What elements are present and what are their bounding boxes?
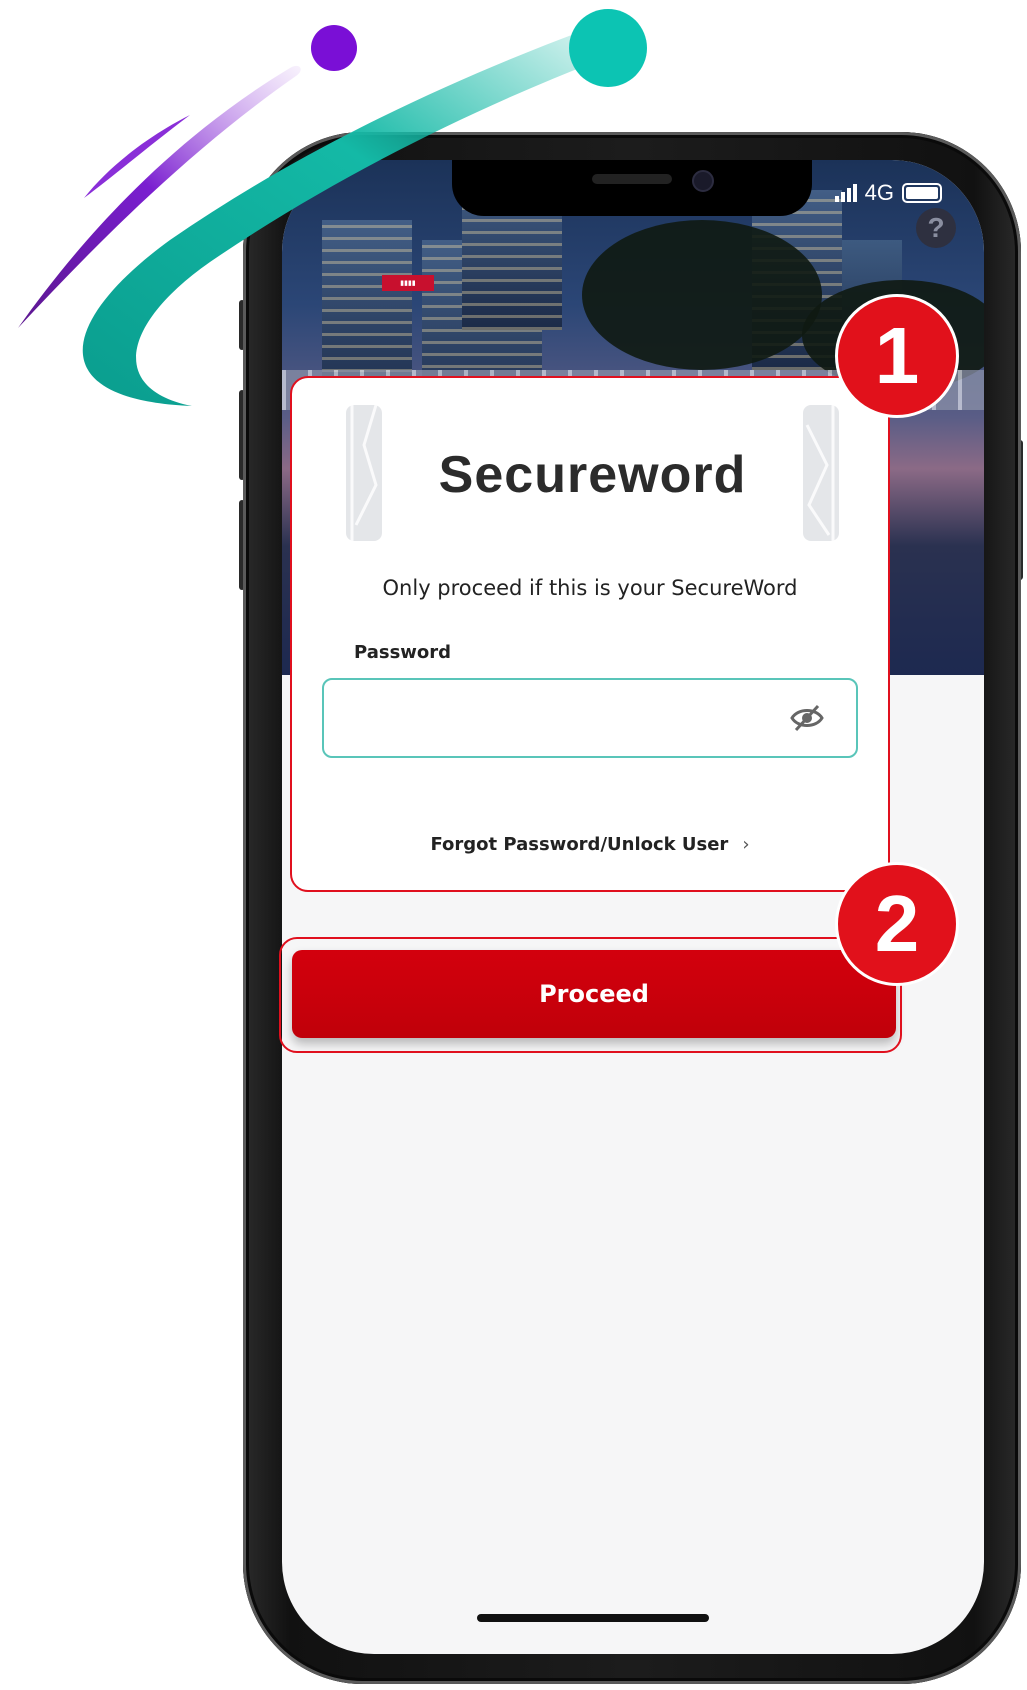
tree — [582, 220, 822, 370]
step-badge-1: 1 — [835, 294, 959, 418]
secureword-box: Secureword — [346, 405, 839, 541]
home-indicator[interactable] — [477, 1614, 709, 1622]
network-label: 4G — [864, 180, 894, 205]
battery-icon — [902, 183, 942, 203]
purple-swoosh-inner — [84, 115, 190, 198]
secure-word: Secureword — [438, 446, 747, 504]
front-camera — [692, 170, 714, 192]
step-badge-2: 2 — [835, 862, 959, 986]
signal-icon — [834, 184, 857, 202]
teal-dot — [569, 9, 647, 87]
speaker — [592, 174, 672, 184]
eye-slash-icon[interactable] — [790, 703, 824, 733]
password-field[interactable] — [322, 678, 858, 758]
forgot-password-link[interactable]: Forgot Password/Unlock User › — [292, 834, 888, 855]
secureword-card: Secureword Only proceed if this is your … — [292, 378, 888, 891]
help-icon[interactable]: ? — [916, 208, 956, 248]
status-bar: 4G — [834, 180, 942, 206]
notch — [452, 160, 812, 216]
forgot-password-label: Forgot Password/Unlock User — [430, 834, 729, 855]
proceed-button[interactable]: Proceed — [292, 950, 896, 1038]
password-label: Password — [354, 642, 452, 663]
chevron-right-icon: › — [742, 834, 750, 855]
building-sign: ▮▮▮▮ — [382, 275, 434, 291]
secureword-hint: Only proceed if this is your SecureWord — [382, 576, 798, 600]
purple-dot — [311, 25, 357, 71]
